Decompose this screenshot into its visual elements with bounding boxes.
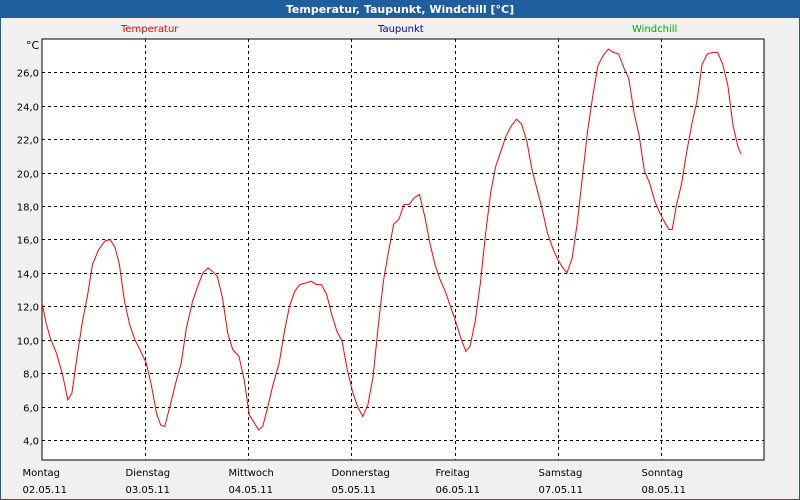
y-tick-label: 4,0 — [23, 437, 39, 448]
y-tick-label: 10,0 — [17, 337, 39, 348]
x-tick-day-label: Mittwoch — [229, 468, 274, 479]
x-tick-date-label: 04.05.11 — [229, 485, 274, 496]
x-tick-date-label: 03.05.11 — [126, 485, 171, 496]
y-tick-label: 14,0 — [17, 270, 39, 281]
x-tick-day-label: Dienstag — [126, 468, 171, 479]
plot-area — [41, 38, 765, 461]
y-tick-label: 16,0 — [17, 236, 39, 247]
x-tick-day-label: Montag — [23, 468, 60, 479]
y-tick-label: 12,0 — [17, 303, 39, 314]
x-tick-day-label: Freitag — [436, 468, 470, 479]
y-tick-label: 20,0 — [17, 170, 39, 181]
y-tick-label: 26,0 — [17, 69, 39, 80]
x-tick-date-label: 02.05.11 — [23, 485, 68, 496]
x-tick-date-label: 08.05.11 — [642, 485, 687, 496]
chart-window: Temperatur, Taupunkt, Windchill [°C] Tem… — [0, 0, 800, 500]
x-tick-date-label: 07.05.11 — [539, 485, 584, 496]
x-tick-date-label: 05.05.11 — [332, 485, 377, 496]
x-tick-day-label: Samstag — [539, 468, 583, 479]
x-axis-ticks: Montag 02.05.11 Dienstag 03.05.11 Mittwoch 04… — [23, 468, 687, 496]
x-tick-day-label: Donnerstag — [332, 468, 390, 479]
x-tick-date-label: 06.05.11 — [436, 485, 481, 496]
y-tick-label: 18,0 — [17, 203, 39, 214]
chart-plot: 4,0 6,0 8,0 10,0 12,0 14,0 16,0 18,0 20,0 22,0 24,… — [17, 38, 765, 496]
y-tick-label: 8,0 — [23, 370, 39, 381]
y-axis-ticks: 4,0 6,0 8,0 10,0 12,0 14,0 16,0 18,0 20,0 22,0 24,… — [17, 69, 39, 448]
x-tick-day-label: Sonntag — [642, 468, 684, 479]
y-tick-label: 6,0 — [23, 404, 39, 415]
y-tick-label: 24,0 — [17, 103, 39, 114]
y-tick-label: 22,0 — [17, 136, 39, 147]
